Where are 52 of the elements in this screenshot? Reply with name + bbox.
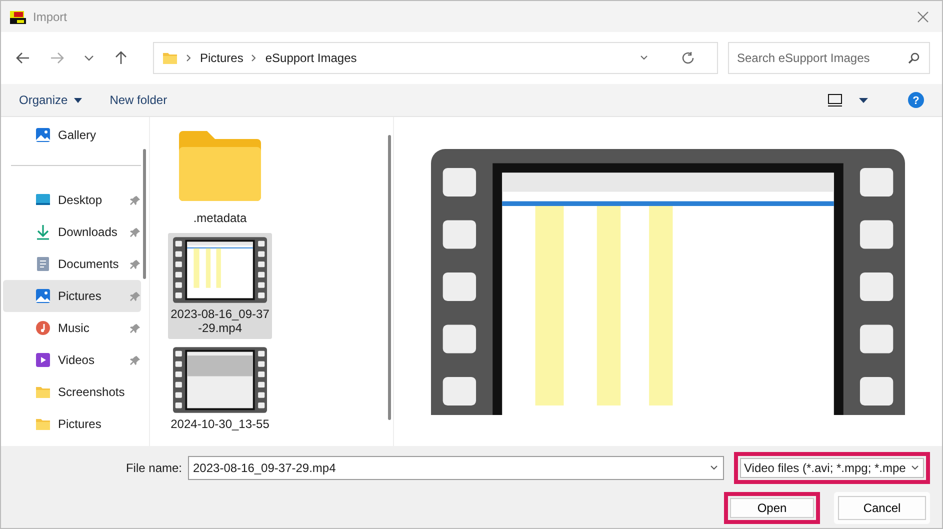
dialog-button[interactable]: Cancel — [834, 492, 930, 524]
sidebar-item[interactable]: Desktop — [3, 184, 141, 216]
sidebar-item[interactable]: Documents — [3, 248, 141, 280]
video-thumbnail-icon — [173, 347, 267, 413]
back-arrow-icon — [15, 50, 31, 66]
sidebar-item[interactable]: Pictures — [3, 280, 141, 312]
help-button[interactable]: ? — [908, 92, 924, 108]
search-icon — [908, 52, 920, 64]
picture-icon — [35, 127, 51, 143]
folder-icon — [35, 384, 51, 400]
file-name-label: File name: — [126, 461, 182, 475]
close-icon — [916, 10, 930, 24]
dialog-button[interactable]: Open — [724, 492, 820, 524]
sidebar-item[interactable]: Music — [3, 312, 141, 344]
file-item[interactable]: 2024-10-30_13-55 — [168, 343, 272, 435]
sidebar-item[interactable]: Pictures — [3, 408, 141, 440]
file-type-dropdown[interactable]: Video files (*.avi; *.mpg; *.mpe — [734, 452, 930, 484]
picture-icon — [35, 288, 51, 304]
folder-icon — [35, 416, 51, 432]
forward-arrow-icon — [49, 50, 65, 66]
window-title: Import — [33, 10, 68, 24]
scrollbar[interactable] — [388, 135, 391, 420]
sidebar-item[interactable]: Downloads — [3, 216, 141, 248]
address-bar[interactable]: Pictures eSupport Images — [153, 42, 718, 74]
view-button[interactable] — [827, 93, 868, 107]
app-logo-icon — [9, 8, 27, 24]
music-icon — [35, 320, 51, 336]
download-icon — [35, 224, 51, 240]
file-name-field[interactable]: 2023-08-16_09-37-29.mp4 — [188, 456, 724, 480]
desktop-icon — [35, 192, 51, 208]
folder-icon — [162, 50, 178, 66]
sidebar-item[interactable]: Videos — [3, 344, 141, 376]
caret-icon — [859, 98, 868, 102]
sidebar-item[interactable]: Screenshots — [3, 376, 141, 408]
search-field[interactable]: Search eSupport Images — [728, 42, 930, 74]
breadcrumb-item[interactable]: eSupport Images — [265, 51, 357, 65]
view-icon — [827, 93, 843, 107]
breadcrumb-item[interactable]: Pictures — [200, 51, 244, 65]
new-folder-button[interactable]: New folder — [110, 93, 168, 107]
chevron-icon — [186, 54, 192, 62]
video-icon — [35, 352, 51, 368]
video-thumbnail-icon — [173, 237, 267, 303]
up-arrow-icon — [113, 50, 129, 66]
organize-button[interactable]: Organize — [19, 93, 82, 107]
scrollbar[interactable] — [143, 149, 146, 279]
refresh-icon[interactable] — [681, 51, 695, 65]
sidebar-item[interactable]: Gallery — [3, 119, 141, 151]
document-icon — [35, 256, 51, 272]
file-item[interactable]: .metadata — [168, 123, 272, 229]
caret-icon — [74, 98, 82, 102]
chevron-icon — [251, 54, 258, 62]
file-item[interactable]: 2023-08-16_09-37-29.mp4 — [168, 233, 272, 339]
